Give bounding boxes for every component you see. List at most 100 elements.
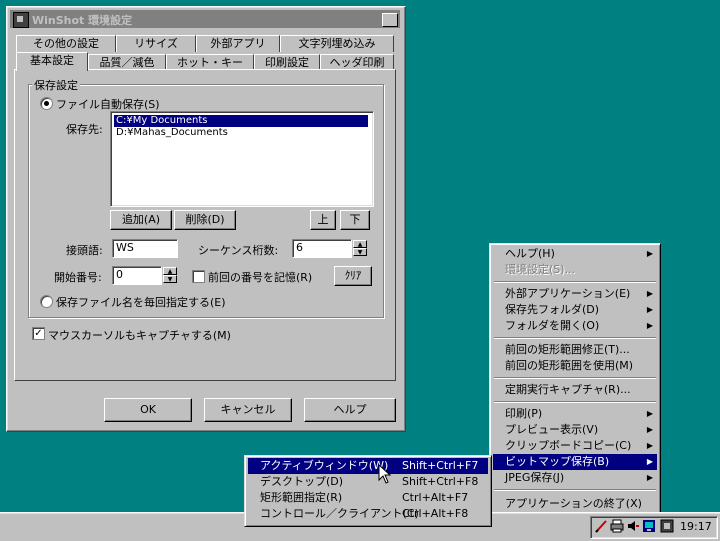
clear-button[interactable]: ｸﾘｱ bbox=[334, 266, 372, 286]
spin-up-icon[interactable]: ▲ bbox=[353, 240, 367, 248]
list-item[interactable]: C:¥My Documents bbox=[114, 115, 368, 127]
menu-item-exit[interactable]: アプリケーションの終了(X) bbox=[493, 496, 657, 512]
menu-item-external-apps[interactable]: 外部アプリケーション(E) ▶ bbox=[493, 286, 657, 302]
network-icon[interactable] bbox=[642, 519, 656, 533]
submenu-arrow-icon: ▶ bbox=[646, 441, 653, 450]
submenu-arrow-icon: ▶ bbox=[646, 409, 653, 418]
capture-cursor-label[interactable]: マウスカーソルもキャプチャする(M) bbox=[48, 327, 231, 343]
add-button[interactable]: 追加(A) bbox=[110, 210, 172, 230]
prefix-label: 接頭語: bbox=[66, 244, 103, 257]
tray-context-menu: ヘルプ(H) ▶ 環境設定(S)... 外部アプリケーション(E) ▶ 保存先フォル… bbox=[489, 243, 661, 521]
menu-item-bitmap-save[interactable]: ビットマップ保存(B) ▶ bbox=[493, 454, 657, 470]
menu-item-label: コントロール／クライアント(C) bbox=[260, 507, 419, 520]
start-number-label: 開始番号: bbox=[54, 271, 102, 284]
auto-save-label[interactable]: ファイル自動保存(S) bbox=[56, 96, 160, 112]
spin-up-icon[interactable]: ▲ bbox=[163, 267, 177, 275]
menu-separator bbox=[494, 489, 656, 491]
menu-item-clipboard-copy[interactable]: クリップボードコピー(C) ▶ bbox=[493, 438, 657, 454]
submenu-arrow-icon: ▶ bbox=[646, 473, 653, 482]
menu-separator bbox=[494, 377, 656, 379]
menu-item-shortcut: Ctrl+Alt+F7 bbox=[402, 491, 469, 504]
menu-item-label: デスクトップ(D) bbox=[260, 475, 344, 488]
save-destination-list[interactable]: C:¥My Documents D:¥Mahas_Documents bbox=[110, 111, 374, 207]
prefix-field[interactable]: WS bbox=[112, 239, 178, 258]
mouse-cursor-icon bbox=[378, 463, 392, 487]
menu-item-label: ビットマップ保存(B) bbox=[505, 455, 610, 468]
tab-text-embed[interactable]: 文字列埋め込み bbox=[280, 35, 394, 52]
submenu-item-control-client[interactable]: コントロール／クライアント(C) Ctrl+Alt+F8 bbox=[248, 506, 488, 522]
window-title: WinShot 環境設定 bbox=[32, 14, 133, 27]
menu-item-shortcut: Shift+Ctrl+F7 bbox=[402, 459, 479, 472]
auto-save-radio[interactable] bbox=[40, 97, 53, 110]
menu-separator bbox=[494, 401, 656, 403]
title-bar[interactable]: WinShot 環境設定 × bbox=[10, 10, 400, 28]
volume-icon[interactable] bbox=[626, 519, 640, 533]
move-up-button[interactable]: 上 bbox=[310, 210, 336, 230]
menu-separator bbox=[494, 281, 656, 283]
tab-external-apps[interactable]: 外部アプリ bbox=[196, 35, 280, 52]
save-settings-label: 保存設定 bbox=[32, 77, 80, 93]
menu-item-print[interactable]: 印刷(P) ▶ bbox=[493, 406, 657, 422]
spin-down-icon[interactable]: ▼ bbox=[163, 275, 177, 283]
sequence-digits-spinner[interactable]: ▲ ▼ bbox=[353, 240, 367, 257]
remember-number-checkbox[interactable] bbox=[192, 270, 205, 283]
submenu-arrow-icon: ▶ bbox=[646, 321, 653, 330]
menu-item-label: フォルダを開く(O) bbox=[505, 319, 600, 332]
menu-item-open-folder[interactable]: フォルダを開く(O) ▶ bbox=[493, 318, 657, 334]
menu-item-shortcut: Shift+Ctrl+F8 bbox=[402, 475, 479, 488]
winshot-tray-icon[interactable] bbox=[660, 519, 674, 533]
specify-filename-radio[interactable] bbox=[40, 295, 53, 308]
menu-item-label: JPEG保存(J) bbox=[505, 471, 565, 484]
submenu-arrow-icon: ▶ bbox=[646, 289, 653, 298]
tab-basic-settings[interactable]: 基本設定 bbox=[16, 52, 88, 71]
tab-resize[interactable]: リサイズ bbox=[116, 35, 196, 52]
submenu-arrow-icon: ▶ bbox=[646, 305, 653, 314]
menu-item-label: プレビュー表示(V) bbox=[505, 423, 599, 436]
menu-item-use-rect[interactable]: 前回の矩形範囲を使用(M) bbox=[493, 358, 657, 374]
sequence-digits-field[interactable]: 6 bbox=[292, 239, 352, 258]
delete-button[interactable]: 削除(D) bbox=[174, 210, 236, 230]
tab-other-settings[interactable]: その他の設定 bbox=[16, 35, 116, 52]
submenu-item-desktop[interactable]: デスクトップ(D) Shift+Ctrl+F8 bbox=[248, 474, 488, 490]
menu-item-jpeg-save[interactable]: JPEG保存(J) ▶ bbox=[493, 470, 657, 486]
printer-icon[interactable] bbox=[610, 519, 624, 533]
menu-item-label: 外部アプリケーション(E) bbox=[505, 287, 631, 300]
close-button[interactable]: × bbox=[382, 13, 398, 27]
menu-item-shortcut: Ctrl+Alt+F8 bbox=[402, 507, 469, 520]
submenu-arrow-icon: ▶ bbox=[646, 425, 653, 434]
save-destination-label: 保存先: bbox=[66, 123, 103, 136]
menu-item-label: 印刷(P) bbox=[505, 407, 543, 420]
submenu-arrow-icon: ▶ bbox=[646, 457, 653, 466]
specify-filename-label[interactable]: 保存ファイル名を毎回指定する(E) bbox=[56, 294, 226, 310]
move-down-button[interactable]: 下 bbox=[340, 210, 370, 230]
start-number-spinner[interactable]: ▲ ▼ bbox=[163, 267, 177, 284]
submenu-item-rect-select[interactable]: 矩形範囲指定(R) Ctrl+Alt+F7 bbox=[248, 490, 488, 506]
capture-cursor-checkbox[interactable]: ✓ bbox=[32, 327, 45, 340]
menu-item-help[interactable]: ヘルプ(H) ▶ bbox=[493, 246, 657, 262]
menu-item-fix-rect[interactable]: 前回の矩形範囲修正(T)... bbox=[493, 342, 657, 358]
submenu-item-active-window[interactable]: アクティブウィンドウ(W) Shift+Ctrl+F7 bbox=[248, 458, 488, 474]
clock[interactable]: 19:17 bbox=[680, 520, 712, 533]
app-icon bbox=[13, 12, 29, 28]
spin-down-icon[interactable]: ▼ bbox=[353, 248, 367, 256]
sequence-digits-label: シーケンス桁数: bbox=[198, 244, 279, 257]
menu-item-settings[interactable]: 環境設定(S)... bbox=[493, 262, 657, 278]
start-number-field[interactable]: 0 bbox=[112, 266, 162, 285]
help-button[interactable]: ヘルプ bbox=[304, 398, 396, 422]
submenu-arrow-icon: ▶ bbox=[646, 249, 653, 258]
menu-item-preview[interactable]: プレビュー表示(V) ▶ bbox=[493, 422, 657, 438]
ok-button[interactable]: OK bbox=[104, 398, 192, 422]
bitmap-save-submenu: アクティブウィンドウ(W) Shift+Ctrl+F7 デスクトップ(D) Shif… bbox=[244, 455, 492, 527]
menu-separator bbox=[494, 337, 656, 339]
cancel-button[interactable]: キャンセル bbox=[204, 398, 292, 422]
remember-number-label[interactable]: 前回の番号を記憶(R) bbox=[208, 269, 312, 285]
list-item[interactable]: D:¥Mahas_Documents bbox=[114, 127, 368, 139]
menu-item-timed-capture[interactable]: 定期実行キャプチャ(R)... bbox=[493, 382, 657, 398]
menu-item-save-folder[interactable]: 保存先フォルダ(D) ▶ bbox=[493, 302, 657, 318]
menu-item-label: 矩形範囲指定(R) bbox=[260, 491, 343, 504]
pen-icon[interactable] bbox=[594, 519, 608, 533]
menu-item-label: クリップボードコピー(C) bbox=[505, 439, 632, 452]
menu-item-label: ヘルプ(H) bbox=[505, 247, 555, 260]
menu-item-label: アクティブウィンドウ(W) bbox=[260, 459, 389, 472]
menu-item-label: 保存先フォルダ(D) bbox=[505, 303, 600, 316]
